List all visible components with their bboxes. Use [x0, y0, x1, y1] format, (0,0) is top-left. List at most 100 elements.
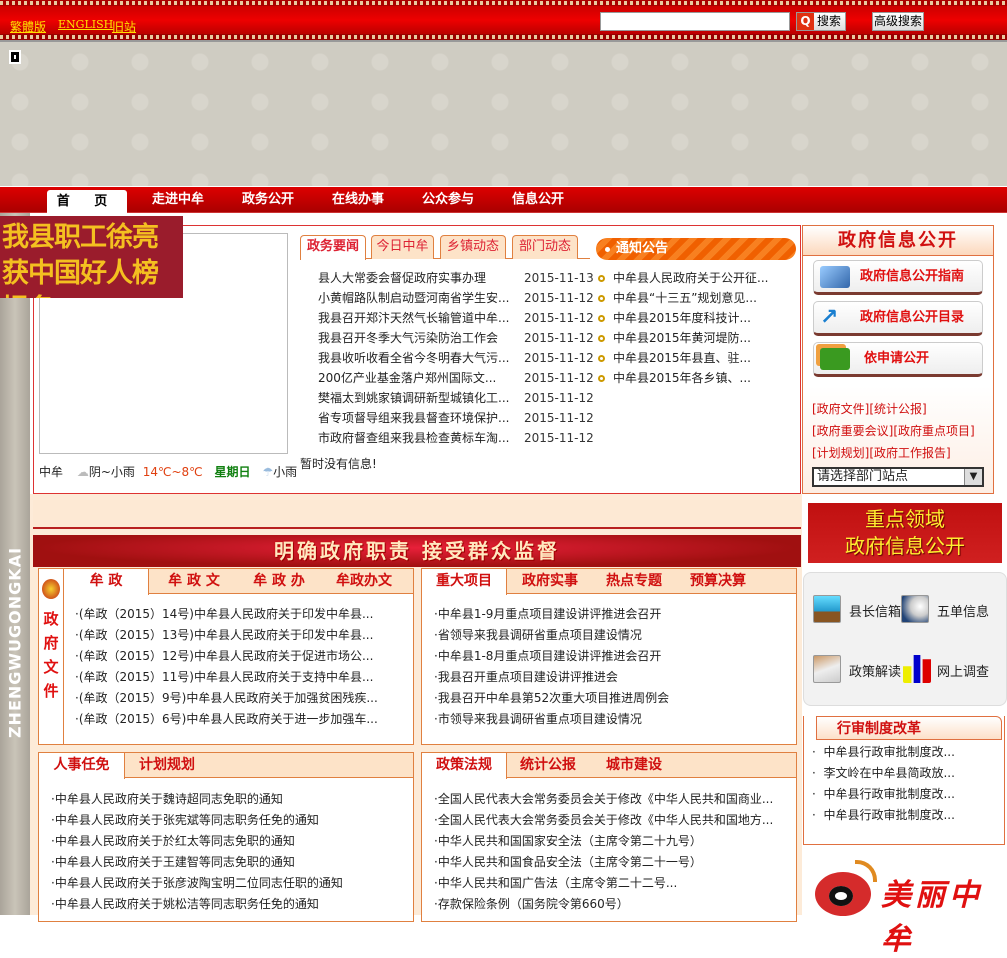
- list-item[interactable]: ·中牟县人民政府关于姚松洁等同志职务任免的通知: [51, 894, 343, 915]
- advanced-search-button[interactable]: 高级搜索: [872, 12, 924, 31]
- tab-statistics[interactable]: 统计公报: [508, 753, 588, 778]
- list-item[interactable]: 我县收听收看全省今冬明春大气污... 2015-11-12: [318, 348, 594, 368]
- nav-affairs[interactable]: 政务公开: [228, 187, 308, 213]
- tab-plans[interactable]: 计划规划: [127, 753, 207, 778]
- list-item[interactable]: ·我县召开重点项目建设讲评推进会: [434, 667, 669, 688]
- news-title[interactable]: 200亿产业基金落户郑州国际文...: [318, 368, 524, 388]
- list-item[interactable]: ·中华人民共和国国家安全法（主席令第二十九号）: [434, 831, 773, 852]
- link-statistics[interactable]: [统计公报]: [869, 402, 926, 416]
- list-item[interactable]: 市政府督查组来我县检查黄标车淘... 2015-11-12: [318, 428, 594, 448]
- news-title[interactable]: 我县召开冬季大气污染防治工作会: [318, 328, 524, 348]
- list-item[interactable]: ·我县召开中牟县第52次重大项目推进周例会: [434, 688, 669, 709]
- list-item[interactable]: ·(牟政（2015）12号)中牟县人民政府关于促进市场公...: [75, 646, 378, 667]
- tab-department[interactable]: 部门动态: [512, 235, 578, 259]
- tab-policy[interactable]: 政策法规: [422, 753, 507, 779]
- list-item[interactable]: · 中牟县行政审批制度改...: [812, 742, 955, 763]
- notice-title[interactable]: 中牟县2015年各乡镇、...: [613, 371, 751, 385]
- list-item[interactable]: 小黄帽路队制启动暨河南省学生安... 2015-11-12: [318, 288, 594, 308]
- list-item[interactable]: ·全国人民代表大会常务委员会关于修改《中华人民共和国地方...: [434, 810, 773, 831]
- list-item[interactable]: ·中华人民共和国广告法（主席令第二十二号...: [434, 873, 773, 894]
- nav-about[interactable]: 走进中牟: [138, 187, 218, 213]
- list-item[interactable]: · 中牟县行政审批制度改...: [812, 784, 955, 805]
- link-work-report[interactable]: [政府工作报告]: [869, 446, 950, 460]
- tab-major-projects[interactable]: 重大项目: [422, 569, 507, 595]
- nav-online-services[interactable]: 在线办事: [318, 187, 398, 213]
- quick-link-mayor-mailbox[interactable]: 县长信箱: [849, 601, 901, 620]
- promo-float-banner[interactable]: 我县职工徐亮获中国好人榜提名: [0, 216, 183, 298]
- tab-mouzhengbanwen[interactable]: 牟政办文: [324, 569, 404, 594]
- list-item[interactable]: 中牟县2015年县直、驻...: [598, 348, 768, 368]
- list-item[interactable]: 县人大常委会督促政府实事办理 2015-11-13: [318, 268, 594, 288]
- list-item[interactable]: 中牟县人民政府关于公开征...: [598, 268, 768, 288]
- nav-info-disclosure[interactable]: 信息公开: [498, 187, 578, 213]
- list-item[interactable]: ·存款保险条例（国务院令第660号）: [434, 894, 773, 915]
- list-item[interactable]: 我县召开冬季大气污染防治工作会 2015-11-12: [318, 328, 594, 348]
- news-title[interactable]: 我县收听收看全省今冬明春大气污...: [318, 348, 524, 368]
- english-link[interactable]: ENGLISH: [58, 18, 113, 31]
- link-key-projects[interactable]: [政府重点项目]: [893, 424, 974, 438]
- tab-today[interactable]: 今日中牟: [371, 235, 434, 259]
- reform-item-title[interactable]: 李文岭在中牟县简政放...: [823, 766, 954, 780]
- news-title[interactable]: 市政府督查组来我县检查黄标车淘...: [318, 428, 524, 448]
- list-item[interactable]: ·中牟县1-9月重点项目建设讲评推进会召开: [434, 604, 669, 625]
- list-item[interactable]: ·(牟政（2015）14号)中牟县人民政府关于印发中牟县...: [75, 604, 378, 625]
- notice-title[interactable]: 中牟县2015年度科技计...: [613, 311, 751, 325]
- tab-hot-topics[interactable]: 热点专题: [594, 569, 674, 594]
- nav-public-participation[interactable]: 公众参与: [408, 187, 488, 213]
- tab-gov-affairs[interactable]: 政府实事: [510, 569, 590, 594]
- list-item[interactable]: ·中牟县人民政府关于张彦波陶宝明二位同志任职的通知: [51, 873, 343, 894]
- news-title[interactable]: 我县召开郑汴天然气长输管道中牟...: [318, 308, 524, 328]
- list-item[interactable]: ·中牟县人民政府关于王建智等同志免职的通知: [51, 852, 343, 873]
- tab-mouzhengban[interactable]: 牟 政 办: [239, 569, 319, 594]
- list-item[interactable]: ·(牟政（2015）13号)中牟县人民政府关于印发中牟县...: [75, 625, 378, 646]
- list-item[interactable]: ·市领导来我县调研省重点项目建设情况: [434, 709, 669, 730]
- news-title[interactable]: 樊福太到姚家镇调研新型城镇化工...: [318, 388, 524, 408]
- news-title[interactable]: 县人大常委会督促政府实事办理: [318, 268, 524, 288]
- list-item[interactable]: ·(牟政（2015）6号)中牟县人民政府关于进一步加强车...: [75, 709, 378, 730]
- list-item[interactable]: 樊福太到姚家镇调研新型城镇化工... 2015-11-12: [318, 388, 594, 408]
- news-title[interactable]: 小黄帽路队制启动暨河南省学生安...: [318, 288, 524, 308]
- news-title[interactable]: 省专项督导组来我县督查环境保护...: [318, 408, 524, 428]
- list-item[interactable]: 200亿产业基金落户郑州国际文... 2015-11-12: [318, 368, 594, 388]
- tab-mouzheng[interactable]: 牟 政: [64, 569, 149, 595]
- old-site-link[interactable]: 旧站: [112, 18, 136, 35]
- list-item[interactable]: · 中牟县行政审批制度改...: [812, 805, 955, 826]
- list-item[interactable]: 我县召开郑汴天然气长输管道中牟... 2015-11-12: [318, 308, 594, 328]
- key-areas-banner[interactable]: 重点领域 政府信息公开: [808, 503, 1002, 563]
- list-item[interactable]: ·中牟县人民政府关于张宪斌等同志职务任免的通知: [51, 810, 343, 831]
- notice-title[interactable]: 中牟县“十三五”规划意见...: [613, 291, 757, 305]
- traditional-chinese-link[interactable]: 繁體版: [10, 18, 46, 35]
- quick-link-five-lists[interactable]: 五单信息: [937, 601, 989, 620]
- list-item[interactable]: ·全国人民代表大会常务委员会关于修改《中华人民共和国商业...: [434, 789, 773, 810]
- list-item[interactable]: ·省领导来我县调研省重点项目建设情况: [434, 625, 669, 646]
- list-item[interactable]: ·中牟县人民政府关于魏诗超同志免职的通知: [51, 789, 343, 810]
- list-item[interactable]: ·中牟县人民政府关于於红太等同志免职的通知: [51, 831, 343, 852]
- catalog-button[interactable]: ↗ 政府信息公开目录: [813, 301, 983, 336]
- nav-home[interactable]: 首 页: [47, 190, 127, 213]
- link-plans[interactable]: [计划规划]: [812, 446, 869, 460]
- list-item[interactable]: 中牟县2015年度科技计...: [598, 308, 768, 328]
- quick-link-online-survey[interactable]: 网上调查: [937, 661, 989, 680]
- apply-button[interactable]: 依申请公开: [813, 342, 983, 377]
- list-item[interactable]: · 李文岭在中牟县简政放...: [812, 763, 955, 784]
- list-item[interactable]: 中牟县2015年黄河堤防...: [598, 328, 768, 348]
- list-item[interactable]: 省专项督导组来我县督查环境保护... 2015-11-12: [318, 408, 594, 428]
- tab-urban[interactable]: 城市建设: [594, 753, 674, 778]
- tab-personnel[interactable]: 人事任免: [39, 753, 125, 779]
- tab-budget[interactable]: 预算决算: [678, 569, 758, 594]
- notice-title[interactable]: 中牟县2015年县直、驻...: [613, 351, 751, 365]
- link-meetings[interactable]: [政府重要会议]: [812, 424, 893, 438]
- reform-item-title[interactable]: 中牟县行政审批制度改...: [823, 808, 954, 822]
- list-item[interactable]: 中牟县2015年各乡镇、...: [598, 368, 768, 388]
- link-gov-files[interactable]: [政府文件]: [812, 402, 869, 416]
- search-button[interactable]: Q 搜索: [796, 12, 846, 31]
- weibo-link[interactable]: 美丽中牟: [815, 860, 1005, 957]
- reform-item-title[interactable]: 中牟县行政审批制度改...: [823, 745, 954, 759]
- department-select[interactable]: 请选择部门站点 ▼: [812, 467, 984, 487]
- list-item[interactable]: ·中牟县1-8月重点项目建设讲评推进会召开: [434, 646, 669, 667]
- reform-item-title[interactable]: 中牟县行政审批制度改...: [823, 787, 954, 801]
- tab-mouzhengwen[interactable]: 牟 政 文: [154, 569, 234, 594]
- guide-button[interactable]: 政府信息公开指南: [813, 260, 983, 295]
- tab-township[interactable]: 乡镇动态: [440, 235, 506, 259]
- notice-title[interactable]: 中牟县人民政府关于公开征...: [613, 271, 768, 285]
